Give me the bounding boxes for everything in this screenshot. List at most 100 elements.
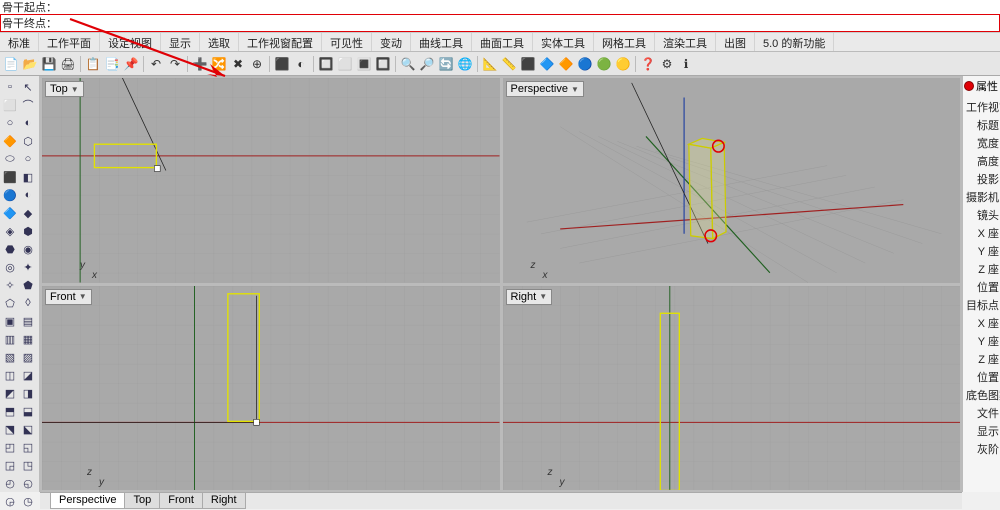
toolbar-button-1[interactable]: 📂 <box>21 55 39 73</box>
menu-item-12[interactable]: 渲染工具 <box>655 33 716 51</box>
menu-item-3[interactable]: 显示 <box>161 33 200 51</box>
menu-item-8[interactable]: 曲线工具 <box>411 33 472 51</box>
property-row-15[interactable]: 位置 <box>964 368 999 386</box>
menu-item-2[interactable]: 设定视图 <box>100 33 161 51</box>
menu-item-0[interactable]: 标准 <box>0 33 39 51</box>
tool-button-32[interactable]: ◫ <box>1 366 19 384</box>
tool-button-35[interactable]: ◨ <box>19 384 37 402</box>
tool-button-40[interactable]: ◰ <box>1 438 19 456</box>
toolbar-button-20[interactable]: 🔲 <box>317 55 335 73</box>
menu-item-11[interactable]: 网格工具 <box>594 33 655 51</box>
tool-button-24[interactable]: ⬠ <box>1 294 19 312</box>
menu-item-6[interactable]: 可见性 <box>322 33 372 51</box>
menu-item-7[interactable]: 变动 <box>372 33 411 51</box>
menu-item-4[interactable]: 选取 <box>200 33 239 51</box>
tool-button-8[interactable]: ⬭ <box>1 150 19 168</box>
tool-button-22[interactable]: ✧ <box>1 276 19 294</box>
tool-button-12[interactable]: 🔵 <box>1 186 19 204</box>
viewport-perspective[interactable]: Perspective ▼ <box>503 78 961 283</box>
property-row-18[interactable]: 显示 <box>964 422 999 440</box>
tool-button-31[interactable]: ▨ <box>19 348 37 366</box>
viewport-title-right[interactable]: Right ▼ <box>506 289 553 305</box>
tool-button-21[interactable]: ✦ <box>19 258 37 276</box>
property-row-7[interactable]: X 座 <box>964 224 999 242</box>
tool-button-3[interactable]: ⌒ <box>19 96 37 114</box>
tool-button-15[interactable]: ◆ <box>19 204 37 222</box>
toolbar-button-32[interactable]: ⬛ <box>519 55 537 73</box>
tool-button-20[interactable]: ◎ <box>1 258 19 276</box>
viewport-top[interactable]: Top ▼ y x <box>42 78 500 283</box>
tool-button-14[interactable]: 🔷 <box>1 204 19 222</box>
property-row-9[interactable]: Z 座 <box>964 260 999 278</box>
menu-item-5[interactable]: 工作视窗配置 <box>239 33 322 51</box>
toolbar-button-28[interactable]: 🌐 <box>456 55 474 73</box>
toolbar-button-30[interactable]: 📐 <box>481 55 499 73</box>
dropdown-icon[interactable]: ▼ <box>71 85 79 94</box>
menu-item-9[interactable]: 曲面工具 <box>472 33 533 51</box>
tool-button-45[interactable]: ◵ <box>19 474 37 492</box>
view-tab-right[interactable]: Right <box>202 493 246 509</box>
tool-button-29[interactable]: ▦ <box>19 330 37 348</box>
property-row-8[interactable]: Y 座 <box>964 242 999 260</box>
toolbar-button-22[interactable]: 🔳 <box>355 55 373 73</box>
tool-button-25[interactable]: ◊ <box>19 294 37 312</box>
toolbar-button-17[interactable]: ⬛ <box>273 55 291 73</box>
toolbar-button-5[interactable]: 📋 <box>84 55 102 73</box>
property-row-6[interactable]: 镜头 <box>964 206 999 224</box>
toolbar-button-41[interactable]: ℹ <box>677 55 695 73</box>
tool-button-9[interactable]: ○ <box>19 150 37 168</box>
tool-button-0[interactable]: ▫ <box>1 78 19 96</box>
view-tab-front[interactable]: Front <box>159 493 203 509</box>
property-row-1[interactable]: 标题 <box>964 116 999 134</box>
toolbar-button-9[interactable]: ↶ <box>147 55 165 73</box>
tool-button-17[interactable]: ⬢ <box>19 222 37 240</box>
property-row-16[interactable]: 底色图案 <box>964 386 999 404</box>
toolbar-button-34[interactable]: 🔶 <box>557 55 575 73</box>
tool-button-1[interactable]: ↖ <box>19 78 37 96</box>
tool-button-19[interactable]: ◉ <box>19 240 37 258</box>
toolbar-button-27[interactable]: 🔄 <box>437 55 455 73</box>
toolbar-button-39[interactable]: ❓ <box>639 55 657 73</box>
toolbar-button-25[interactable]: 🔍 <box>399 55 417 73</box>
dropdown-icon[interactable]: ▼ <box>571 85 579 94</box>
toolbar-button-36[interactable]: 🟢 <box>595 55 613 73</box>
tool-button-2[interactable]: ⬜ <box>1 96 19 114</box>
cmd-input[interactable] <box>57 16 998 30</box>
view-tab-perspective[interactable]: Perspective <box>50 493 125 509</box>
tool-button-41[interactable]: ◱ <box>19 438 37 456</box>
viewport-front[interactable]: Front ▼ z y <box>42 286 500 491</box>
tool-button-13[interactable]: ◐ <box>19 186 37 204</box>
toolbar-button-37[interactable]: 🟡 <box>614 55 632 73</box>
menu-item-14[interactable]: 5.0 的新功能 <box>755 33 834 51</box>
toolbar-button-18[interactable]: ◐ <box>292 55 310 73</box>
toolbar-button-6[interactable]: 📑 <box>103 55 121 73</box>
tool-button-47[interactable]: ◷ <box>19 492 37 510</box>
tool-button-38[interactable]: ⬔ <box>1 420 19 438</box>
viewport-title-front[interactable]: Front ▼ <box>45 289 92 305</box>
toolbar-button-7[interactable]: 📌 <box>122 55 140 73</box>
tool-button-11[interactable]: ◧ <box>19 168 37 186</box>
menu-item-10[interactable]: 实体工具 <box>533 33 594 51</box>
property-row-4[interactable]: 投影 <box>964 170 999 188</box>
toolbar-button-3[interactable]: 🖨 <box>59 55 77 73</box>
toolbar-button-33[interactable]: 🔷 <box>538 55 556 73</box>
toolbar-button-31[interactable]: 📏 <box>500 55 518 73</box>
toolbar-button-26[interactable]: 🔎 <box>418 55 436 73</box>
tool-button-6[interactable]: 🔶 <box>1 132 19 150</box>
tool-button-28[interactable]: ▥ <box>1 330 19 348</box>
menu-item-13[interactable]: 出图 <box>716 33 755 51</box>
tool-button-30[interactable]: ▧ <box>1 348 19 366</box>
tool-button-34[interactable]: ◩ <box>1 384 19 402</box>
toolbar-button-23[interactable]: 🔲 <box>374 55 392 73</box>
tool-button-18[interactable]: ⬣ <box>1 240 19 258</box>
tool-button-4[interactable]: ○ <box>1 114 19 132</box>
tool-button-43[interactable]: ◳ <box>19 456 37 474</box>
dropdown-icon[interactable]: ▼ <box>79 292 87 301</box>
property-row-12[interactable]: X 座 <box>964 314 999 332</box>
viewport-right[interactable]: Right ▼ z y <box>503 286 961 491</box>
property-row-3[interactable]: 高度 <box>964 152 999 170</box>
tool-button-36[interactable]: ⬒ <box>1 402 19 420</box>
tool-button-10[interactable]: ⬛ <box>1 168 19 186</box>
toolbar-button-14[interactable]: ✖ <box>229 55 247 73</box>
tool-button-39[interactable]: ⬕ <box>19 420 37 438</box>
